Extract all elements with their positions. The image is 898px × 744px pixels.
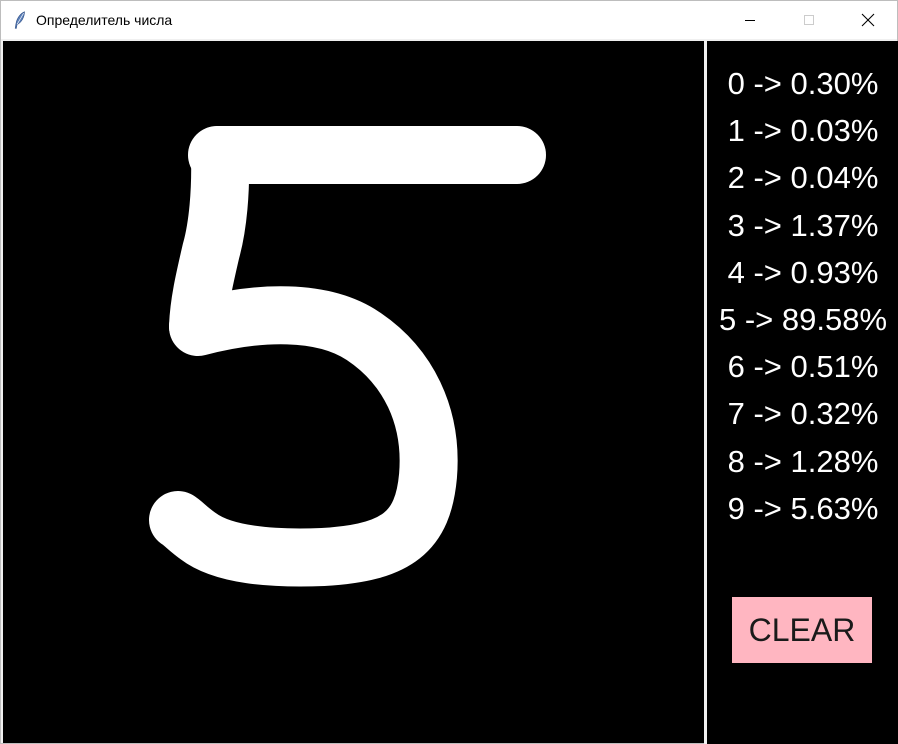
prediction-3: 3 -> 1.37% — [727, 207, 879, 243]
prediction-7: 7 -> 0.32% — [727, 396, 879, 432]
prediction-4: 4 -> 0.93% — [727, 254, 879, 290]
prediction-6: 6 -> 0.51% — [727, 349, 879, 385]
prediction-0: 0 -> 0.30% — [727, 66, 879, 101]
title-bar[interactable]: Определитель числа — [1, 1, 897, 39]
feather-icon — [12, 11, 28, 29]
prediction-9: 9 -> 5.63% — [727, 490, 879, 526]
prediction-5: 5 -> 89.58% — [718, 301, 888, 337]
close-button[interactable] — [838, 1, 897, 39]
minimize-button[interactable] — [720, 1, 779, 39]
clear-button[interactable]: CLEAR — [732, 597, 872, 663]
window-title: Определитель числа — [36, 12, 173, 28]
drawing-canvas[interactable] — [3, 41, 704, 743]
maximize-button — [779, 1, 838, 39]
drawn-digit-five — [149, 126, 546, 587]
window-controls — [720, 1, 897, 39]
app-window: Определитель числа 0 -> 0.30% 1 -> 0.03%… — [0, 0, 898, 744]
prediction-panel: 0 -> 0.30% 1 -> 0.03% 2 -> 0.04% 3 -> 1.… — [707, 41, 898, 744]
prediction-2: 2 -> 0.04% — [727, 160, 879, 196]
prediction-list: 0 -> 0.30% 1 -> 0.03% 2 -> 0.04% 3 -> 1.… — [707, 60, 898, 532]
prediction-8: 8 -> 1.28% — [727, 443, 879, 479]
close-icon — [861, 13, 874, 27]
prediction-1: 1 -> 0.03% — [727, 113, 879, 149]
maximize-icon — [803, 15, 814, 25]
minimize-icon — [744, 20, 755, 21]
